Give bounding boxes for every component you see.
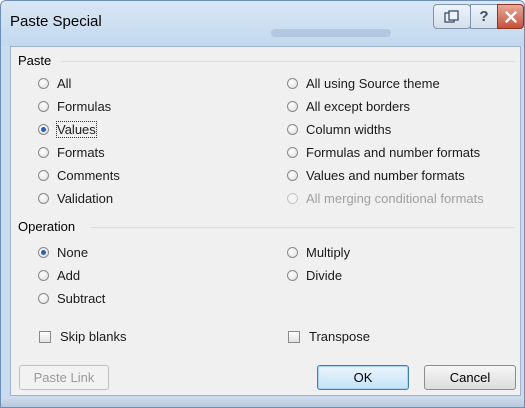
paste-option-validation[interactable]: Validation [38,191,113,206]
option-label: Values and number formats [306,168,465,183]
radio-all-merging-conditional-formats [287,193,298,204]
paste-option-formats[interactable]: Formats [38,145,105,160]
option-label: All merging conditional formats [306,191,484,206]
radio-all-using-source-theme[interactable] [287,78,298,89]
paste-special-dialog: Paste Special ? Paste All Formulas Value… [0,0,525,408]
radio-values-and-number-formats[interactable] [287,170,298,181]
checkbox-label: Transpose [309,329,370,344]
window-bottom-border [1,397,524,407]
radio-values[interactable] [38,124,49,135]
dialog-title: Paste Special [10,13,102,30]
close-button[interactable] [497,4,524,29]
paste-group-label: Paste [18,53,52,68]
paste-option-values[interactable]: Values [38,121,97,138]
radio-comments[interactable] [38,170,49,181]
operation-option-add[interactable]: Add [38,268,80,283]
option-label: All [57,76,72,91]
radio-validation[interactable] [38,193,49,204]
dialog-body: Paste All Formulas Values Formats Commen… [10,46,521,396]
option-label: Column widths [306,122,392,137]
operation-option-divide[interactable]: Divide [287,268,342,283]
option-label: Values [56,121,97,138]
radio-formats[interactable] [38,147,49,158]
paste-option-column-widths[interactable]: Column widths [287,122,391,137]
paste-option-all[interactable]: All [38,76,71,91]
restore-icon [444,9,460,24]
radio-all[interactable] [38,78,49,89]
title-bar[interactable]: Paste Special ? [1,1,524,46]
help-icon: ? [479,8,489,25]
paste-option-comments[interactable]: Comments [38,168,120,183]
option-label: All using Source theme [306,76,440,91]
cancel-button[interactable]: Cancel [424,365,516,390]
radio-all-except-borders[interactable] [287,101,298,112]
radio-none[interactable] [38,247,49,258]
paste-option-all-merging-conditional-formats: All merging conditional formats [287,191,484,206]
paste-group-divider [61,61,515,62]
operation-option-none[interactable]: None [38,245,88,260]
radio-subtract[interactable] [38,293,49,304]
paste-option-formulas[interactable]: Formulas [38,99,111,114]
option-label: Formulas [57,99,112,114]
option-label: Formulas and number formats [306,145,481,160]
transpose-checkbox[interactable] [288,330,300,343]
radio-divide[interactable] [287,270,298,281]
option-label: Validation [57,191,114,206]
paste-option-all-using-source-theme[interactable]: All using Source theme [287,76,440,91]
help-button[interactable]: ? [470,4,498,29]
option-label: Add [57,268,81,283]
operation-group-label: Operation [18,219,76,234]
skip-blanks-checkbox[interactable] [39,330,51,343]
skip-blanks-checkbox-row[interactable]: Skip blanks [39,329,126,344]
option-label: None [57,245,89,260]
transpose-checkbox-row[interactable]: Transpose [288,329,370,344]
radio-formulas-and-number-formats[interactable] [287,147,298,158]
option-label: Formats [57,145,105,160]
radio-multiply[interactable] [287,247,298,258]
radio-add[interactable] [38,270,49,281]
option-label: Subtract [57,291,106,306]
radio-formulas[interactable] [38,101,49,112]
option-label: All except borders [306,99,411,114]
paste-link-button: Paste Link [19,365,109,390]
radio-column-widths[interactable] [287,124,298,135]
ok-button[interactable]: OK [317,365,409,390]
paste-option-values-and-number-formats[interactable]: Values and number formats [287,168,465,183]
checkbox-label: Skip blanks [60,329,127,344]
option-label: Multiply [306,245,351,260]
option-label: Comments [57,168,120,183]
operation-option-multiply[interactable]: Multiply [287,245,350,260]
operation-group-divider [91,227,515,228]
close-icon [504,10,517,23]
paste-option-all-except-borders[interactable]: All except borders [287,99,410,114]
paste-option-formulas-and-number-formats[interactable]: Formulas and number formats [287,145,480,160]
option-label: Divide [306,268,343,283]
blurred-title-text [271,29,391,37]
operation-option-subtract[interactable]: Subtract [38,291,105,306]
restore-button[interactable] [433,4,471,29]
